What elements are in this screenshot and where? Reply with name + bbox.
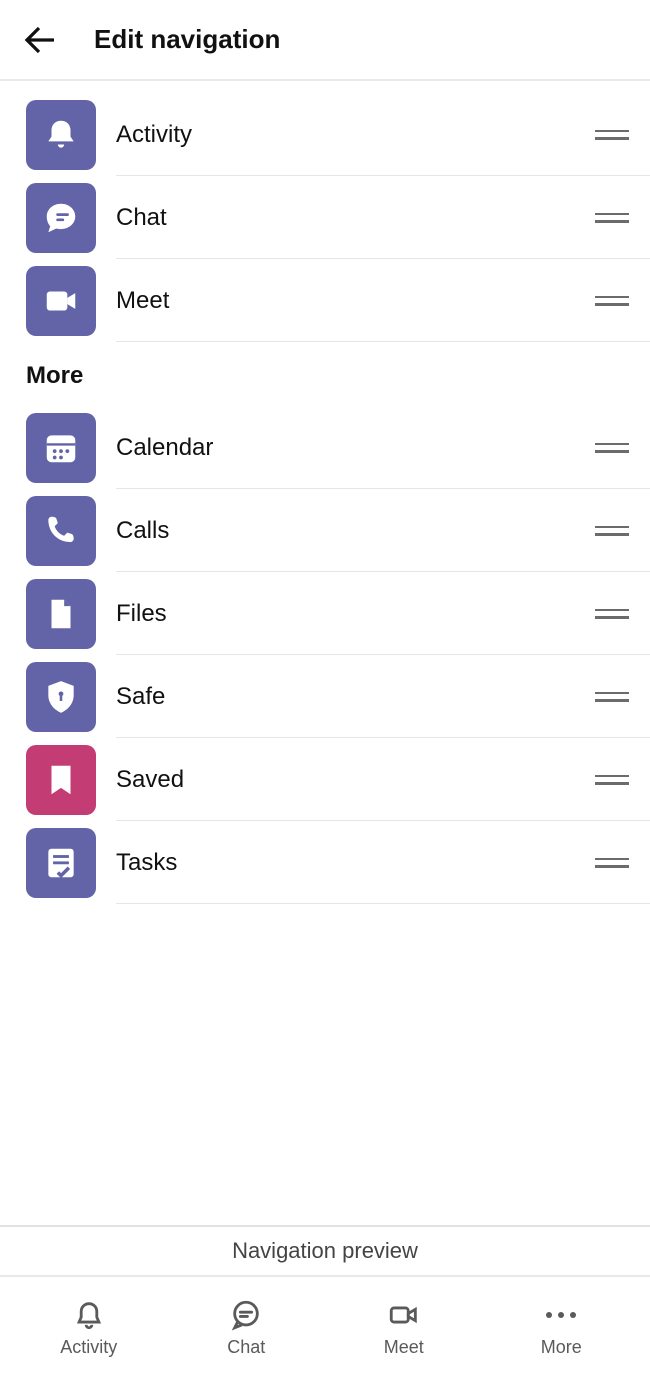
bell-icon [71,1297,107,1333]
nav-row-activity[interactable]: Activity [0,93,650,176]
bell-icon [42,116,80,154]
drag-handle-icon[interactable] [590,758,634,802]
nav-row-label: Tasks [116,849,590,877]
nav-row-label: Safe [116,683,590,711]
files-icon-tile [26,579,96,649]
phone-icon [42,512,80,550]
drag-handle-icon[interactable] [590,426,634,470]
nav-row-calendar[interactable]: Calendar [0,406,650,489]
file-icon [42,595,80,633]
calls-icon-tile [26,496,96,566]
drag-handle-icon[interactable] [590,841,634,885]
nav-preview-more[interactable]: More [483,1297,641,1358]
nav-preview-activity[interactable]: Activity [10,1297,168,1358]
nav-row-label: Calendar [116,434,590,462]
nav-row-label: Saved [116,766,590,794]
nav-label: More [541,1337,582,1358]
nav-row-safe[interactable]: Safe [0,655,650,738]
bottom-nav-preview: Activity Chat Meet More [0,1277,650,1377]
preview-heading: Navigation preview [0,1225,650,1277]
calendar-icon [42,429,80,467]
header: Edit navigation [0,0,650,81]
shield-icon [42,678,80,716]
chat-icon [42,199,80,237]
drag-handle-icon[interactable] [590,675,634,719]
drag-handle-icon[interactable] [590,113,634,157]
drag-handle-icon[interactable] [590,592,634,636]
chat-icon-tile [26,183,96,253]
nav-row-tasks[interactable]: Tasks [0,821,650,904]
tasks-icon [42,844,80,882]
tasks-icon-tile [26,828,96,898]
nav-row-label: Meet [116,287,590,315]
drag-handle-icon[interactable] [590,196,634,240]
more-icon [543,1297,579,1333]
bookmark-icon [42,761,80,799]
nav-label: Chat [227,1337,265,1358]
video-icon [42,282,80,320]
nav-items-list: Activity Chat Meet More Calendar [0,81,650,904]
nav-row-files[interactable]: Files [0,572,650,655]
nav-row-chat[interactable]: Chat [0,176,650,259]
nav-label: Meet [384,1337,424,1358]
nav-row-meet[interactable]: Meet [0,259,650,342]
back-button[interactable] [14,15,64,65]
activity-icon-tile [26,100,96,170]
video-icon [386,1297,422,1333]
nav-label: Activity [60,1337,117,1358]
nav-row-label: Chat [116,204,590,232]
nav-preview-chat[interactable]: Chat [168,1297,326,1358]
chat-icon [228,1297,264,1333]
drag-handle-icon[interactable] [590,279,634,323]
saved-icon-tile [26,745,96,815]
drag-handle-icon[interactable] [590,509,634,553]
page-title: Edit navigation [94,24,280,55]
nav-row-label: Calls [116,517,590,545]
calendar-icon-tile [26,413,96,483]
safe-icon-tile [26,662,96,732]
nav-row-label: Files [116,600,590,628]
section-heading-more: More [0,342,650,406]
nav-row-calls[interactable]: Calls [0,489,650,572]
nav-row-label: Activity [116,121,590,149]
nav-row-saved[interactable]: Saved [0,738,650,821]
nav-preview-meet[interactable]: Meet [325,1297,483,1358]
meet-icon-tile [26,266,96,336]
